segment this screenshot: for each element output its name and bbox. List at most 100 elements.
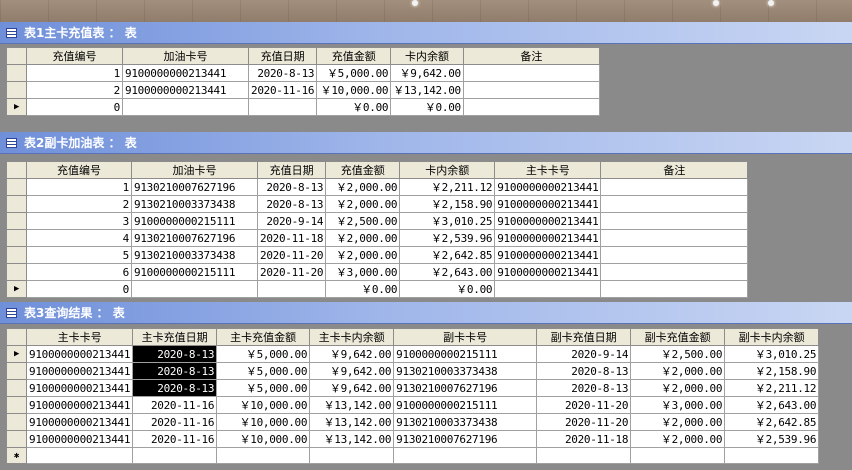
row-selector[interactable] bbox=[6, 64, 27, 82]
table-cell[interactable]: 2 bbox=[26, 81, 123, 99]
table1-datasheet[interactable]: 充值编号 加油卡号 充值日期 充值金额 卡内余额 备注 1 91000000002… bbox=[6, 47, 600, 116]
column-header[interactable]: 加油卡号 bbox=[131, 161, 258, 179]
table-cell[interactable] bbox=[256, 280, 327, 298]
table-cell[interactable]: 0 bbox=[26, 280, 132, 298]
table-cell[interactable]: ￥2,539.96 bbox=[399, 229, 496, 247]
table-cell[interactable]: 9100000000215111 bbox=[393, 396, 538, 414]
table-cell[interactable]: ￥5,000.00 bbox=[216, 345, 311, 363]
column-header[interactable]: 副卡充值日期 bbox=[536, 328, 632, 346]
table-cell[interactable]: ￥2,000.00 bbox=[325, 246, 401, 264]
column-header[interactable]: 充值编号 bbox=[26, 161, 132, 179]
table-cell[interactable]: 2020-11-16 bbox=[132, 413, 218, 431]
table-cell[interactable]: 9130210003373438 bbox=[131, 195, 258, 213]
table-cell[interactable] bbox=[630, 447, 726, 464]
table1-window[interactable]: 表1主卡充值表 ： 表 充值编号 加油卡号 充值日期 充值金额 卡内余额 备注 … bbox=[0, 22, 852, 132]
new-record-row[interactable]: ▶ 0 ￥0.00 ￥0.00 bbox=[6, 98, 600, 116]
table-row[interactable]: 2 9130210003373438 2020-8-13 ￥2,000.00 ￥2,15… bbox=[6, 195, 749, 213]
table-cell[interactable]: 2020-8-13 bbox=[256, 195, 327, 213]
table-row[interactable]: 9100000000213441 2020-11-16 ￥10,000.00 ￥13,… bbox=[6, 396, 820, 414]
table-cell[interactable]: ￥2,000.00 bbox=[630, 430, 726, 448]
table-cell[interactable]: 2020-11-20 bbox=[256, 263, 327, 281]
table-row[interactable]: 6 9100000000215111 2020-11-20 ￥3,000.00 ￥2,6… bbox=[6, 263, 749, 281]
row-selector[interactable] bbox=[6, 246, 27, 264]
table-cell[interactable] bbox=[462, 98, 600, 116]
table-cell[interactable]: ￥13,142.00 bbox=[309, 396, 395, 414]
row-selector[interactable] bbox=[6, 263, 27, 281]
column-header[interactable]: 充值金额 bbox=[325, 161, 401, 179]
column-header[interactable]: 加油卡号 bbox=[122, 47, 249, 65]
table-cell[interactable]: ￥9,642.00 bbox=[309, 345, 395, 363]
table-cell[interactable]: ￥13,142.00 bbox=[309, 413, 395, 431]
table-cell[interactable]: ￥2,000.00 bbox=[325, 195, 401, 213]
table-cell[interactable]: 2020-11-20 bbox=[536, 396, 632, 414]
new-record-row[interactable]: ▶ 0 ￥0.00 ￥0.00 bbox=[6, 280, 749, 298]
table-cell[interactable]: ￥2,211.12 bbox=[724, 379, 820, 397]
table-cell[interactable]: ￥2,500.00 bbox=[325, 212, 401, 230]
table-cell[interactable]: ￥9,642.00 bbox=[390, 64, 464, 82]
table-cell[interactable]: ￥2,643.00 bbox=[399, 263, 496, 281]
table-cell[interactable]: 9130210003373438 bbox=[393, 362, 538, 380]
table-cell[interactable]: 9100000000213441 bbox=[494, 178, 602, 196]
table-row[interactable]: 2 9100000000213441 2020-11-16 ￥10,000.00 ￥13… bbox=[6, 81, 600, 99]
table-cell[interactable] bbox=[600, 280, 749, 298]
table-cell[interactable] bbox=[536, 447, 632, 464]
table-cell[interactable] bbox=[462, 64, 600, 82]
row-selector[interactable] bbox=[6, 379, 27, 397]
table-cell[interactable]: ￥2,500.00 bbox=[630, 345, 726, 363]
row-selector[interactable]: ▶ bbox=[6, 345, 27, 363]
table-cell[interactable]: ￥2,000.00 bbox=[630, 413, 726, 431]
table-cell[interactable]: 9100000000213441 bbox=[122, 81, 249, 99]
table-cell[interactable]: 2020-11-16 bbox=[247, 81, 318, 99]
table-row[interactable]: 4 9130210007627196 2020-11-18 ￥2,000.00 ￥2,5… bbox=[6, 229, 749, 247]
table-row[interactable]: 5 9130210003373438 2020-11-20 ￥2,000.00 ￥2,6… bbox=[6, 246, 749, 264]
table-cell[interactable]: 2020-8-13 bbox=[536, 379, 632, 397]
table-cell[interactable]: ￥2,642.85 bbox=[399, 246, 496, 264]
new-record-marker[interactable]: ▶ bbox=[6, 98, 27, 116]
table-cell[interactable]: 2020-8-13 bbox=[132, 379, 218, 397]
table-row[interactable]: 9100000000213441 2020-8-13 ￥5,000.00 ￥9,642… bbox=[6, 362, 820, 380]
row-selector[interactable] bbox=[6, 212, 27, 230]
table-cell[interactable]: ￥2,539.96 bbox=[724, 430, 820, 448]
new-record-marker[interactable]: ▶ bbox=[6, 280, 27, 298]
table-row[interactable]: 9100000000213441 2020-11-16 ￥10,000.00 ￥13,… bbox=[6, 430, 820, 448]
table1-titlebar[interactable]: 表1主卡充值表 ： 表 bbox=[0, 22, 852, 44]
table-cell[interactable]: 9100000000215111 bbox=[131, 212, 258, 230]
table-cell[interactable]: 2020-8-13 bbox=[247, 64, 318, 82]
table-cell[interactable]: ￥2,000.00 bbox=[325, 178, 401, 196]
table-cell[interactable]: ￥13,142.00 bbox=[390, 81, 464, 99]
row-selector[interactable] bbox=[6, 413, 27, 431]
table-cell[interactable]: 4 bbox=[26, 229, 132, 247]
table-cell[interactable]: 2020-11-16 bbox=[132, 396, 218, 414]
table-cell[interactable] bbox=[132, 447, 218, 464]
column-header[interactable]: 充值日期 bbox=[247, 47, 318, 65]
table3-datasheet[interactable]: 主卡卡号 主卡充值日期 主卡充值金额 主卡卡内余额 副卡卡号 副卡充值日期 副卡… bbox=[6, 328, 820, 464]
table-cell[interactable]: 9130210007627196 bbox=[393, 379, 538, 397]
table-cell[interactable]: ￥2,000.00 bbox=[325, 229, 401, 247]
table-cell[interactable]: 9130210003373438 bbox=[393, 413, 538, 431]
table-cell[interactable] bbox=[393, 447, 538, 464]
table-cell[interactable] bbox=[600, 195, 749, 213]
table-cell[interactable]: ￥0.00 bbox=[390, 98, 464, 116]
select-all-corner[interactable] bbox=[6, 328, 27, 346]
table-cell[interactable]: 9130210007627196 bbox=[131, 229, 258, 247]
table-cell[interactable] bbox=[600, 263, 749, 281]
table-cell[interactable] bbox=[600, 212, 749, 230]
table-cell[interactable]: ￥10,000.00 bbox=[216, 396, 311, 414]
table3-titlebar[interactable]: 表3查询结果 ： 表 bbox=[0, 302, 852, 324]
table-cell[interactable] bbox=[600, 178, 749, 196]
table-cell[interactable]: ￥2,642.85 bbox=[724, 413, 820, 431]
column-header[interactable]: 充值编号 bbox=[26, 47, 123, 65]
column-header[interactable]: 备注 bbox=[600, 161, 749, 179]
table-cell[interactable] bbox=[309, 447, 395, 464]
table-cell[interactable]: 2020-11-20 bbox=[256, 246, 327, 264]
table-cell[interactable]: ￥2,158.90 bbox=[724, 362, 820, 380]
table-cell[interactable]: 3 bbox=[26, 212, 132, 230]
table-row[interactable]: 1 9130210007627196 2020-8-13 ￥2,000.00 ￥2,21… bbox=[6, 178, 749, 196]
table-cell[interactable]: 6 bbox=[26, 263, 132, 281]
column-header[interactable]: 卡内余额 bbox=[390, 47, 464, 65]
column-header[interactable]: 副卡卡号 bbox=[393, 328, 538, 346]
table-cell[interactable] bbox=[494, 280, 602, 298]
table-cell[interactable]: ￥2,000.00 bbox=[630, 379, 726, 397]
column-header[interactable]: 主卡充值日期 bbox=[132, 328, 218, 346]
table-cell[interactable]: 9100000000213441 bbox=[494, 212, 602, 230]
